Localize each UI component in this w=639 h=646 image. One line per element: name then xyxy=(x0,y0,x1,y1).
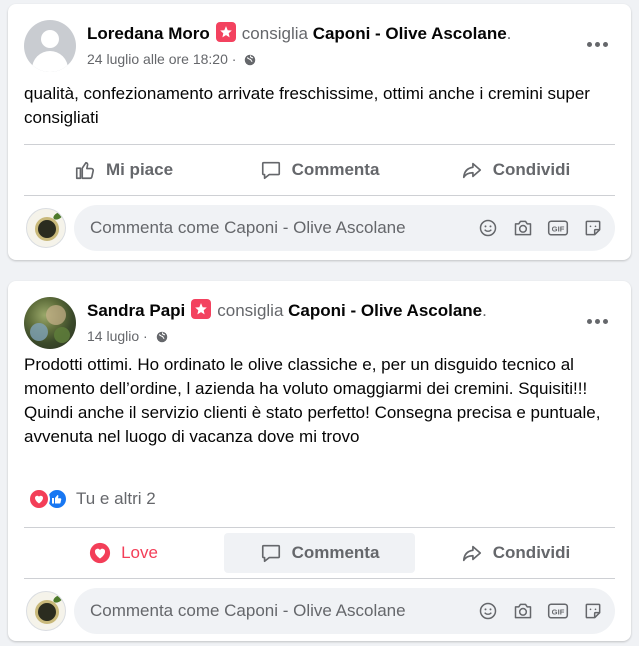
share-label: Condividi xyxy=(492,543,571,562)
action-bar: Mi piace Commenta Condividi xyxy=(24,144,615,196)
love-button[interactable]: Love xyxy=(28,533,219,573)
share-arrow-icon xyxy=(462,545,481,562)
post-card: Sandra Papi consiglia Caponi - Olive Asco… xyxy=(8,281,631,641)
page-avatar[interactable] xyxy=(26,208,66,248)
timestamp[interactable]: 14 luglio xyxy=(87,328,139,344)
dot-separator: · xyxy=(143,328,148,344)
thumbs-up-icon xyxy=(75,161,94,180)
reaction-summary[interactable]: Tu e altri 2 xyxy=(28,487,156,511)
gif-icon[interactable]: GIF xyxy=(546,599,570,623)
globe-icon xyxy=(245,54,256,66)
comment-box: GIF xyxy=(74,588,615,634)
action-bar: Love Commenta Condividi xyxy=(24,527,615,579)
post-subline: 14 luglio · xyxy=(87,327,575,345)
comment-tools: GIF xyxy=(476,216,605,240)
headline-period: . xyxy=(482,301,487,320)
more-options-icon[interactable] xyxy=(579,303,615,339)
camera-icon[interactable] xyxy=(511,216,535,240)
headline-period: . xyxy=(506,24,512,43)
heart-icon xyxy=(28,488,50,510)
comment-button[interactable]: Commenta xyxy=(224,150,415,190)
more-options-icon[interactable] xyxy=(579,26,615,62)
post-headline: Sandra Papi consiglia Caponi - Olive Asco… xyxy=(87,299,575,322)
sticker-icon[interactable] xyxy=(581,599,605,623)
gif-icon[interactable]: GIF xyxy=(546,216,570,240)
svg-text:GIF: GIF xyxy=(552,224,565,233)
avatar[interactable] xyxy=(24,20,76,72)
comment-box: GIF xyxy=(74,205,615,251)
post-header: Sandra Papi consiglia Caponi - Olive Asco… xyxy=(24,297,615,349)
share-button[interactable]: Condividi xyxy=(420,150,611,190)
heart-icon xyxy=(89,542,111,564)
comment-button[interactable]: Commenta xyxy=(224,533,415,573)
share-label: Condividi xyxy=(492,160,571,179)
speech-bubble-icon xyxy=(261,161,280,180)
camera-icon[interactable] xyxy=(511,599,535,623)
love-label: Love xyxy=(121,543,158,562)
comment-input[interactable] xyxy=(74,588,464,634)
post-card: Loredana Moro consiglia Caponi - Olive As… xyxy=(8,4,631,260)
emoji-icon[interactable] xyxy=(476,599,500,623)
post-header: Loredana Moro consiglia Caponi - Olive As… xyxy=(24,20,615,72)
post-subline: 24 luglio alle ore 18:20 · xyxy=(87,50,575,68)
speech-bubble-icon xyxy=(261,544,280,563)
share-button[interactable]: Condividi xyxy=(420,533,611,573)
sticker-icon[interactable] xyxy=(581,216,605,240)
page-name[interactable]: Caponi - Olive Ascolane xyxy=(313,24,507,43)
reaction-count: Tu e altri 2 xyxy=(76,489,156,508)
post-meta: Sandra Papi consiglia Caponi - Olive Asco… xyxy=(87,299,575,345)
like-button[interactable]: Mi piace xyxy=(28,150,219,190)
recommend-star-icon xyxy=(191,299,212,319)
globe-icon xyxy=(156,331,167,343)
avatar[interactable] xyxy=(24,297,76,349)
comment-composer: GIF xyxy=(24,588,615,634)
svg-text:GIF: GIF xyxy=(552,607,565,616)
post-headline: Loredana Moro consiglia Caponi - Olive As… xyxy=(87,22,575,45)
timestamp[interactable]: 24 luglio alle ore 18:20 xyxy=(87,51,228,67)
share-arrow-icon xyxy=(462,162,481,179)
emoji-icon[interactable] xyxy=(476,216,500,240)
post-text: qualità, confezionamento arrivate fresch… xyxy=(24,84,590,127)
comment-input[interactable] xyxy=(74,205,464,251)
author-name[interactable]: Loredana Moro xyxy=(87,24,210,43)
comment-label: Commenta xyxy=(291,543,380,562)
recommend-star-icon xyxy=(215,22,236,42)
comment-composer: GIF xyxy=(24,205,615,251)
author-name[interactable]: Sandra Papi xyxy=(87,301,185,320)
dot-separator: · xyxy=(231,51,237,67)
comment-label: Commenta xyxy=(291,160,380,179)
page-name[interactable]: Caponi - Olive Ascolane xyxy=(288,301,482,320)
recommend-verb: consiglia xyxy=(217,301,284,320)
post-meta: Loredana Moro consiglia Caponi - Olive As… xyxy=(87,22,575,68)
post-text: Prodotti ottimi. Ho ordinato le olive cl… xyxy=(24,355,601,446)
like-label: Mi piace xyxy=(105,160,174,179)
page-avatar[interactable] xyxy=(26,591,66,631)
recommend-verb: consiglia xyxy=(241,24,308,43)
comment-tools: GIF xyxy=(476,599,605,623)
